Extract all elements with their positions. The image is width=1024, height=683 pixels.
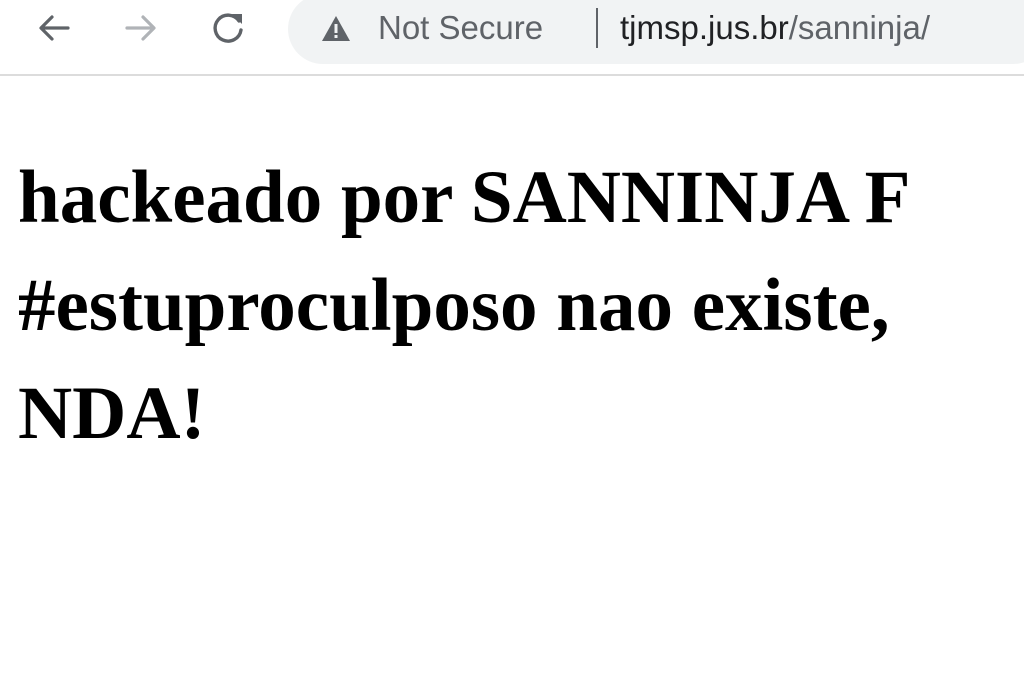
arrow-right-icon (125, 15, 156, 41)
url-path: /sanninja/ (788, 9, 930, 46)
warning-triangle-icon[interactable] (320, 14, 352, 44)
forward-button[interactable] (119, 6, 163, 50)
security-status-label[interactable]: Not Secure (378, 6, 543, 50)
back-button[interactable] (32, 6, 76, 50)
reload-button[interactable] (206, 6, 250, 50)
browser-toolbar: Not Secure tjmsp.jus.br/sanninja/ (0, 0, 1024, 76)
heading-line: hackeado por SANNINJA F (18, 156, 911, 239)
heading-line: NDA! (18, 372, 206, 455)
heading-line: #estuproculposo nao existe, (18, 264, 890, 347)
page-content: hackeado por SANNINJA F #estuproculposo … (0, 76, 1024, 683)
reload-icon (213, 13, 243, 43)
url-host: tjmsp.jus.br (620, 9, 789, 46)
arrow-left-icon (39, 15, 70, 41)
address-bar-divider (596, 8, 598, 48)
url-text[interactable]: tjmsp.jus.br/sanninja/ (620, 6, 930, 50)
defacement-heading: hackeado por SANNINJA F #estuproculposo … (18, 144, 1024, 468)
